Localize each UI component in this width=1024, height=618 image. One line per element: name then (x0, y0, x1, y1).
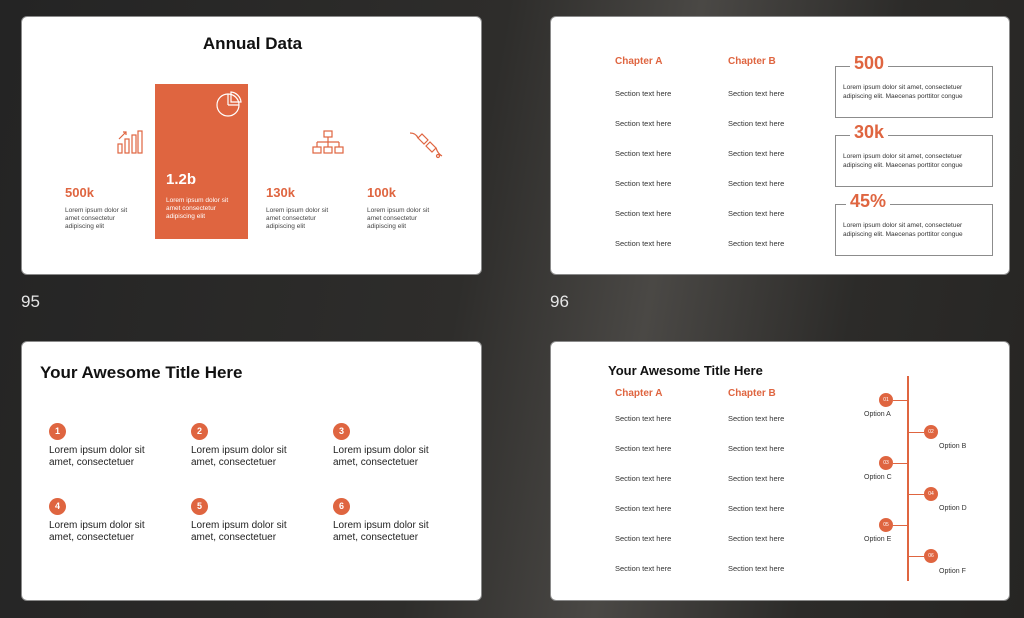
number-badge: 3 (333, 423, 350, 440)
timeline-label: Option F (939, 568, 966, 575)
org-chart-icon (312, 130, 344, 154)
timeline-label: Option C (864, 474, 892, 481)
timeline-dot: 01 (879, 393, 893, 407)
section-text: Section text here (615, 149, 672, 158)
timeline-line (907, 376, 909, 581)
number-badge: 5 (191, 498, 208, 515)
timeline-tick (893, 525, 907, 526)
timeline-label: Option E (864, 536, 892, 543)
stat-desc: Lorem ipsum dolor sit amet, consectetuer… (843, 84, 963, 100)
chapter-b-heading: Chapter B (728, 56, 776, 67)
number-badge: 1 (49, 423, 66, 440)
section-text: Section text here (728, 444, 785, 453)
section-text: Section text here (615, 444, 672, 453)
timeline-label: Option D (939, 505, 967, 512)
item-text: Lorem ipsum dolor sit amet, consectetuer (191, 520, 287, 543)
stat-value: 1.2b (166, 171, 197, 188)
section-text: Section text here (615, 414, 672, 423)
chapter-a-heading: Chapter A (615, 388, 663, 399)
chapter-a-heading: Chapter A (615, 56, 663, 67)
slide-title: Your Awesome Title Here (608, 363, 763, 378)
stat-value: 500 (850, 53, 889, 74)
slide-number: 95 (21, 292, 40, 311)
slide-thumbnail-96[interactable]: Chapter A Chapter B Section text here Se… (550, 16, 1010, 275)
stat-value: 30k (850, 122, 889, 143)
section-text: Section text here (615, 119, 672, 128)
number-badge: 2 (191, 423, 208, 440)
section-text: Section text here (615, 179, 672, 188)
timeline-dot: 06 (924, 549, 938, 563)
timeline-dot: 05 (879, 518, 893, 532)
timeline-tick (893, 400, 907, 401)
section-text: Section text here (615, 209, 672, 218)
number-badge: 6 (333, 498, 350, 515)
section-text: Section text here (615, 534, 672, 543)
section-text: Section text here (728, 239, 785, 248)
timeline-tick (893, 463, 907, 464)
section-text: Section text here (728, 564, 785, 573)
stat-desc: Lorem ipsum dolor sit amet, consectetuer… (843, 222, 963, 238)
timeline-dot: 04 (924, 487, 938, 501)
stat-value: 100k (367, 185, 396, 200)
section-text: Section text here (615, 89, 672, 98)
section-text: Section text here (728, 149, 785, 158)
stat-desc: Lorem ipsum dolor sit amet consectetur a… (266, 207, 329, 230)
stat-value: 130k (266, 185, 295, 200)
bar-growth-icon (117, 130, 143, 154)
item-text: Lorem ipsum dolor sit amet, consectetuer (191, 445, 287, 468)
section-text: Section text here (615, 504, 672, 513)
stat-box: 45% Lorem ipsum dolor sit amet, consecte… (835, 191, 993, 256)
stat-desc: Lorem ipsum dolor sit amet consectetur a… (65, 207, 128, 230)
stat-desc: Lorem ipsum dolor sit amet consectetur a… (367, 207, 430, 230)
stat-box: 30k Lorem ipsum dolor sit amet, consecte… (835, 122, 993, 187)
section-text: Section text here (728, 474, 785, 483)
plug-icon (409, 132, 443, 159)
item-text: Lorem ipsum dolor sit amet, consectetuer (333, 520, 429, 543)
section-text: Section text here (728, 209, 785, 218)
section-text: Section text here (615, 239, 672, 248)
section-text: Section text here (728, 414, 785, 423)
stat-value: 45% (846, 191, 891, 212)
section-text: Section text here (615, 564, 672, 573)
item-text: Lorem ipsum dolor sit amet, consectetuer (49, 520, 145, 543)
slide-number: 96 (550, 292, 569, 311)
timeline-label: Option B (939, 443, 967, 450)
pie-chart-icon (216, 91, 242, 117)
section-text: Section text here (615, 474, 672, 483)
number-badge: 4 (49, 498, 66, 515)
timeline-tick (908, 494, 924, 495)
section-text: Section text here (728, 179, 785, 188)
item-text: Lorem ipsum dolor sit amet, consectetuer (49, 445, 145, 468)
slide-thumbnail-95[interactable]: Annual Data 500k Lorem ipsum dolor sit a… (21, 16, 482, 275)
section-text: Section text here (728, 504, 785, 513)
stat-value: 500k (65, 185, 94, 200)
slide-thumbnail-98[interactable]: Your Awesome Title Here Chapter A Chapte… (550, 341, 1010, 601)
stat-desc: Lorem ipsum dolor sit amet consectetur a… (166, 197, 229, 220)
timeline-dot: 03 (879, 456, 893, 470)
timeline-label: Option A (864, 411, 891, 418)
section-text: Section text here (728, 89, 785, 98)
chapter-b-heading: Chapter B (728, 388, 776, 399)
stat-desc: Lorem ipsum dolor sit amet, consectetuer… (843, 153, 963, 169)
section-text: Section text here (728, 119, 785, 128)
timeline-tick (908, 556, 924, 557)
stat-box: 500 Lorem ipsum dolor sit amet, consecte… (835, 53, 993, 118)
slide-title: Your Awesome Title Here (40, 363, 243, 382)
section-text: Section text here (728, 534, 785, 543)
slide-title: Annual Data (202, 34, 303, 53)
timeline-dot: 02 (924, 425, 938, 439)
item-text: Lorem ipsum dolor sit amet, consectetuer (333, 445, 429, 468)
timeline-tick (908, 432, 924, 433)
slide-thumbnail-97[interactable]: Your Awesome Title Here 1 Lorem ipsum do… (21, 341, 482, 601)
